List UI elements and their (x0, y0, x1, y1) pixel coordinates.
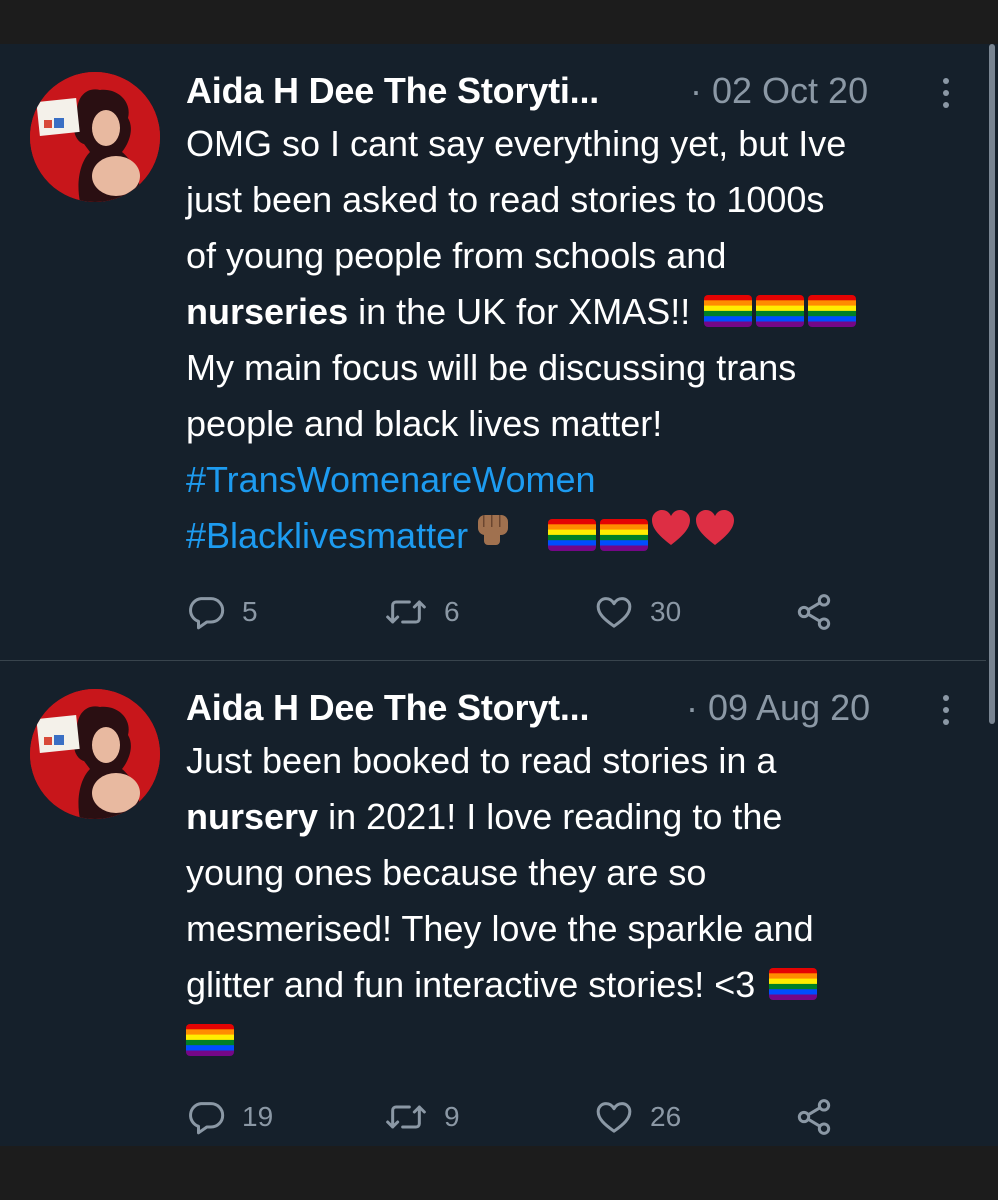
retweet-count: 9 (444, 1101, 460, 1132)
avatar[interactable] (30, 689, 160, 819)
more-icon[interactable] (936, 693, 956, 727)
bold-text: nurseries (186, 291, 349, 332)
avatar[interactable] (30, 72, 160, 202)
like-button[interactable]: 30 (594, 590, 681, 634)
raised-fist-icon (474, 507, 512, 563)
text-line: My main focus will be discussing trans (186, 347, 797, 388)
tweet-date[interactable]: · 09 Aug 20 (686, 687, 870, 729)
text-line: young ones because they are so (186, 852, 707, 893)
more-icon[interactable] (936, 76, 956, 110)
text-line: of young people from schools and (186, 235, 727, 276)
retweet-button[interactable]: 6 (384, 590, 460, 634)
share-button[interactable] (794, 590, 834, 634)
tweet[interactable]: Aida H Dee The Storyt... · 09 Aug 20 Jus… (0, 661, 986, 1146)
rainbow-flag-icon (756, 295, 805, 328)
rainbow-flag-icon (704, 295, 753, 328)
reply-icon (189, 1102, 225, 1135)
rainbow-flag-icon (769, 968, 818, 1001)
rainbow-flag-icon (600, 519, 649, 552)
like-icon (596, 597, 632, 628)
tweet[interactable]: Aida H Dee The Storyti... · 02 Oct 20 OM… (0, 44, 986, 661)
like-icon (596, 1102, 632, 1133)
retweet-icon (386, 1105, 426, 1129)
tweet-text: Just been booked to read stories in a nu… (186, 733, 976, 1069)
reply-icon (189, 597, 225, 630)
share-button[interactable] (794, 1095, 834, 1139)
share-icon (797, 1099, 831, 1135)
retweet-icon (386, 600, 426, 624)
text-line: OMG so I cant say everything yet, but Iv… (186, 123, 847, 164)
reply-count: 5 (242, 596, 258, 627)
author-name[interactable]: Aida H Dee The Storyt... (186, 687, 589, 729)
reply-count: 19 (242, 1101, 274, 1132)
retweet-count: 6 (444, 596, 460, 627)
rainbow-flag-icon (548, 519, 597, 552)
bottom-bar (0, 1146, 998, 1200)
like-button[interactable]: 26 (594, 1095, 681, 1139)
text-line: people and black lives matter! (186, 403, 663, 444)
tweet-date[interactable]: · 02 Oct 20 (690, 70, 868, 112)
bold-text: nursery (186, 796, 319, 837)
text-line: glitter and fun interactive stories! <3 (186, 964, 756, 1005)
tweet-actions: 19 9 26 (186, 1095, 846, 1139)
author-name[interactable]: Aida H Dee The Storyti... (186, 70, 599, 112)
rainbow-flag-icon (808, 295, 857, 328)
hashtag-link[interactable]: #Blacklivesmatter (186, 515, 468, 556)
text-line: mesmerised! They love the sparkle and (186, 908, 814, 949)
reply-button[interactable]: 5 (186, 590, 258, 634)
retweet-button[interactable]: 9 (384, 1095, 460, 1139)
tweet-text: OMG so I cant say everything yet, but Iv… (186, 116, 976, 564)
text-line: Just been booked to read stories in a (186, 740, 777, 781)
scrollbar-thumb[interactable] (989, 44, 995, 724)
text-line: in 2021! I love reading to the (318, 796, 783, 837)
like-count: 26 (650, 1101, 682, 1132)
rainbow-flag-icon (186, 1024, 234, 1057)
top-bar (0, 0, 998, 44)
share-icon (797, 594, 831, 630)
hashtag-link[interactable]: #TransWomenareWomen (186, 459, 596, 500)
like-count: 30 (650, 596, 682, 627)
red-heart-icon (694, 507, 736, 563)
tweet-actions: 5 6 30 (186, 590, 846, 634)
text-line: just been asked to read stories to 1000s (186, 179, 825, 220)
text-line: in the UK for XMAS!! (348, 291, 691, 332)
red-heart-icon (650, 507, 692, 563)
scrollbar[interactable] (986, 44, 998, 724)
reply-button[interactable]: 19 (186, 1095, 273, 1139)
